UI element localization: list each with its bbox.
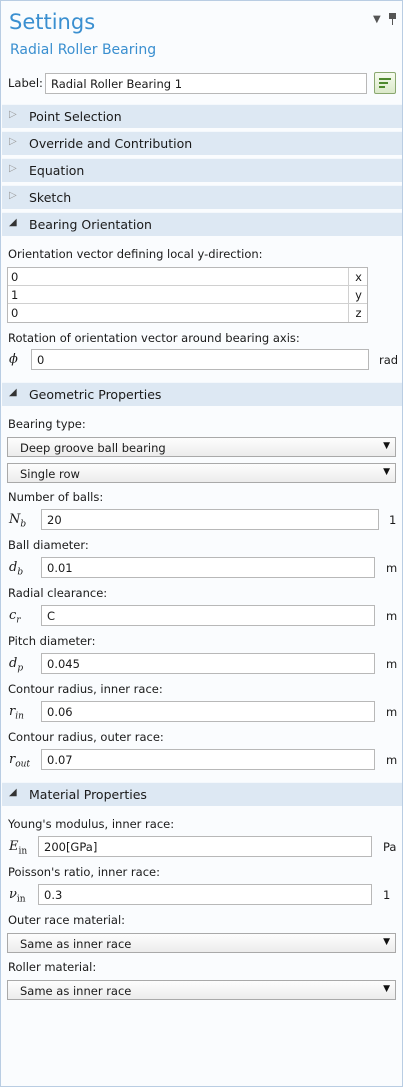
inner-contour-label: Contour radius, inner race: — [8, 682, 163, 696]
poisson-ratio-input[interactable]: 0.3 — [38, 884, 372, 905]
rotation-input[interactable]: 0 — [31, 349, 369, 370]
rotation-symbol: ϕ — [9, 352, 18, 367]
youngs-modulus-unit: Pa — [383, 840, 397, 854]
collapse-chevron-icon: ◢ — [9, 217, 17, 228]
poisson-ratio-label: Poisson's ratio, inner race: — [8, 865, 160, 879]
poisson-ratio-unit: 1 — [383, 888, 391, 902]
node-label-button[interactable] — [374, 72, 396, 94]
pitch-diameter-symbol: dp — [9, 656, 24, 674]
outer-contour-label: Contour radius, outer race: — [8, 730, 164, 744]
bearing-type-label: Bearing type: — [8, 417, 86, 431]
outer-contour-input[interactable]: 0.07 — [41, 749, 375, 770]
youngs-modulus-label: Young's modulus, inner race: — [8, 817, 175, 831]
bearing-type-select[interactable]: Deep groove ball bearing ▼ — [7, 437, 396, 457]
radial-clearance-unit: m — [386, 609, 398, 623]
vector-z-value[interactable]: 0 — [11, 306, 18, 320]
dropdown-arrow-icon: ▼ — [383, 467, 390, 477]
num-balls-label: Number of balls: — [8, 490, 104, 504]
expand-chevron-icon: ▷ — [9, 190, 17, 201]
section-equation[interactable]: ▷ Equation — [2, 158, 402, 182]
orientation-vector-label: Orientation vector defining local y-dire… — [8, 247, 263, 261]
settings-panel: Settings Radial Roller Bearing ▼ Label: … — [0, 0, 403, 1087]
ball-diameter-unit: m — [386, 561, 398, 575]
dropdown-arrow-icon: ▼ — [383, 937, 390, 947]
section-bearing-orientation[interactable]: ◢ Bearing Orientation — [2, 212, 402, 236]
section-title: Sketch — [29, 190, 72, 205]
inner-contour-unit: m — [386, 705, 398, 719]
inner-contour-input[interactable]: 0.06 — [41, 701, 375, 722]
orientation-vector-table: 0 x 1 y 0 z — [7, 267, 368, 323]
youngs-modulus-input[interactable]: 200[GPa] — [38, 836, 372, 857]
vector-y-value[interactable]: 1 — [11, 288, 18, 302]
pitch-diameter-label: Pitch diameter: — [8, 634, 96, 648]
panel-menu-arrow-icon[interactable]: ▼ — [373, 14, 381, 25]
dropdown-arrow-icon: ▼ — [383, 984, 390, 994]
bearing-type-value: Deep groove ball bearing — [20, 441, 166, 455]
dropdown-arrow-icon: ▼ — [383, 441, 390, 451]
table-row[interactable]: 1 y — [8, 286, 367, 304]
poisson-ratio-symbol: νin — [9, 887, 26, 905]
expand-chevron-icon: ▷ — [9, 109, 17, 120]
num-balls-unit: 1 — [389, 513, 397, 527]
roller-material-label: Roller material: — [8, 960, 97, 974]
outer-race-material-select[interactable]: Same as inner race ▼ — [7, 933, 396, 953]
section-material-properties[interactable]: ◢ Material Properties — [2, 782, 402, 806]
outer-contour-unit: m — [386, 753, 398, 767]
section-title: Material Properties — [29, 787, 147, 802]
section-geometric-properties[interactable]: ◢ Geometric Properties — [2, 382, 402, 406]
ball-diameter-symbol: db — [9, 560, 24, 578]
inner-contour-symbol: rin — [9, 704, 24, 722]
pin-icon[interactable] — [388, 13, 397, 25]
section-sketch[interactable]: ▷ Sketch — [2, 185, 402, 209]
collapse-chevron-icon: ◢ — [9, 387, 17, 398]
num-balls-symbol: Nb — [9, 512, 27, 530]
num-balls-input[interactable]: 20 — [41, 509, 379, 530]
outer-contour-symbol: rout — [9, 752, 31, 770]
settings-title: Settings — [9, 10, 96, 34]
label-input[interactable]: Radial Roller Bearing 1 — [45, 73, 367, 94]
section-title: Geometric Properties — [29, 387, 162, 402]
table-row[interactable]: 0 x — [8, 268, 367, 286]
pitch-diameter-unit: m — [386, 657, 398, 671]
vector-x-value[interactable]: 0 — [11, 270, 18, 284]
ball-diameter-input[interactable]: 0.01 — [41, 557, 375, 578]
vector-x-label: x — [348, 268, 368, 286]
vector-y-label: y — [348, 286, 368, 304]
section-point-selection[interactable]: ▷ Point Selection — [2, 104, 402, 128]
section-title: Point Selection — [29, 109, 122, 124]
radial-clearance-input[interactable]: C — [41, 605, 375, 626]
outer-race-material-label: Outer race material: — [8, 913, 126, 927]
row-type-select[interactable]: Single row ▼ — [7, 463, 396, 483]
table-row[interactable]: 0 z — [8, 304, 367, 322]
section-title: Bearing Orientation — [29, 217, 152, 232]
collapse-chevron-icon: ◢ — [9, 787, 17, 798]
label-caption: Label: — [8, 76, 43, 90]
ball-diameter-label: Ball diameter: — [8, 538, 89, 552]
radial-clearance-symbol: cr — [9, 608, 21, 626]
radial-clearance-label: Radial clearance: — [8, 586, 108, 600]
youngs-modulus-symbol: Ein — [9, 839, 28, 857]
expand-chevron-icon: ▷ — [9, 163, 17, 174]
node-type-subtitle: Radial Roller Bearing — [10, 42, 157, 58]
expand-chevron-icon: ▷ — [9, 136, 17, 147]
section-title: Override and Contribution — [29, 136, 193, 151]
outer-race-material-value: Same as inner race — [20, 937, 132, 951]
roller-material-value: Same as inner race — [20, 984, 132, 998]
section-override-contribution[interactable]: ▷ Override and Contribution — [2, 131, 402, 155]
row-type-value: Single row — [20, 467, 80, 481]
roller-material-select[interactable]: Same as inner race ▼ — [7, 980, 396, 1000]
vector-z-label: z — [348, 304, 368, 322]
rotation-unit: rad — [379, 353, 399, 367]
section-title: Equation — [29, 163, 85, 178]
pitch-diameter-input[interactable]: 0.045 — [41, 653, 375, 674]
rotation-label: Rotation of orientation vector around be… — [8, 331, 300, 345]
